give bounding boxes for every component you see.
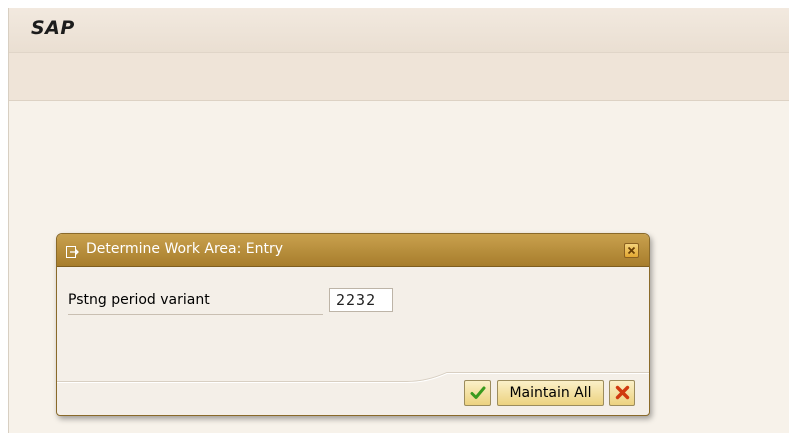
- cancel-button[interactable]: [609, 380, 635, 406]
- continue-button[interactable]: [464, 380, 491, 406]
- title-bar: SAP: [9, 8, 789, 53]
- application-toolbar: [9, 53, 789, 101]
- cancel-x-icon: [615, 385, 630, 400]
- entry-window-icon: [66, 243, 80, 258]
- app-title: SAP: [31, 17, 75, 39]
- close-icon[interactable]: [624, 243, 639, 258]
- posting-period-variant-row: Pstng period variant: [68, 288, 323, 315]
- dialog-header: Determine Work Area: Entry: [57, 234, 649, 267]
- dialog-title: Determine Work Area: Entry: [86, 241, 284, 257]
- posting-period-variant-label: Pstng period variant: [68, 292, 210, 308]
- determine-work-area-dialog: Determine Work Area: Entry Pstng period …: [56, 233, 650, 416]
- checkmark-icon: [470, 386, 486, 399]
- posting-period-variant-input[interactable]: [329, 288, 393, 312]
- maintain-all-button[interactable]: Maintain All: [497, 380, 604, 406]
